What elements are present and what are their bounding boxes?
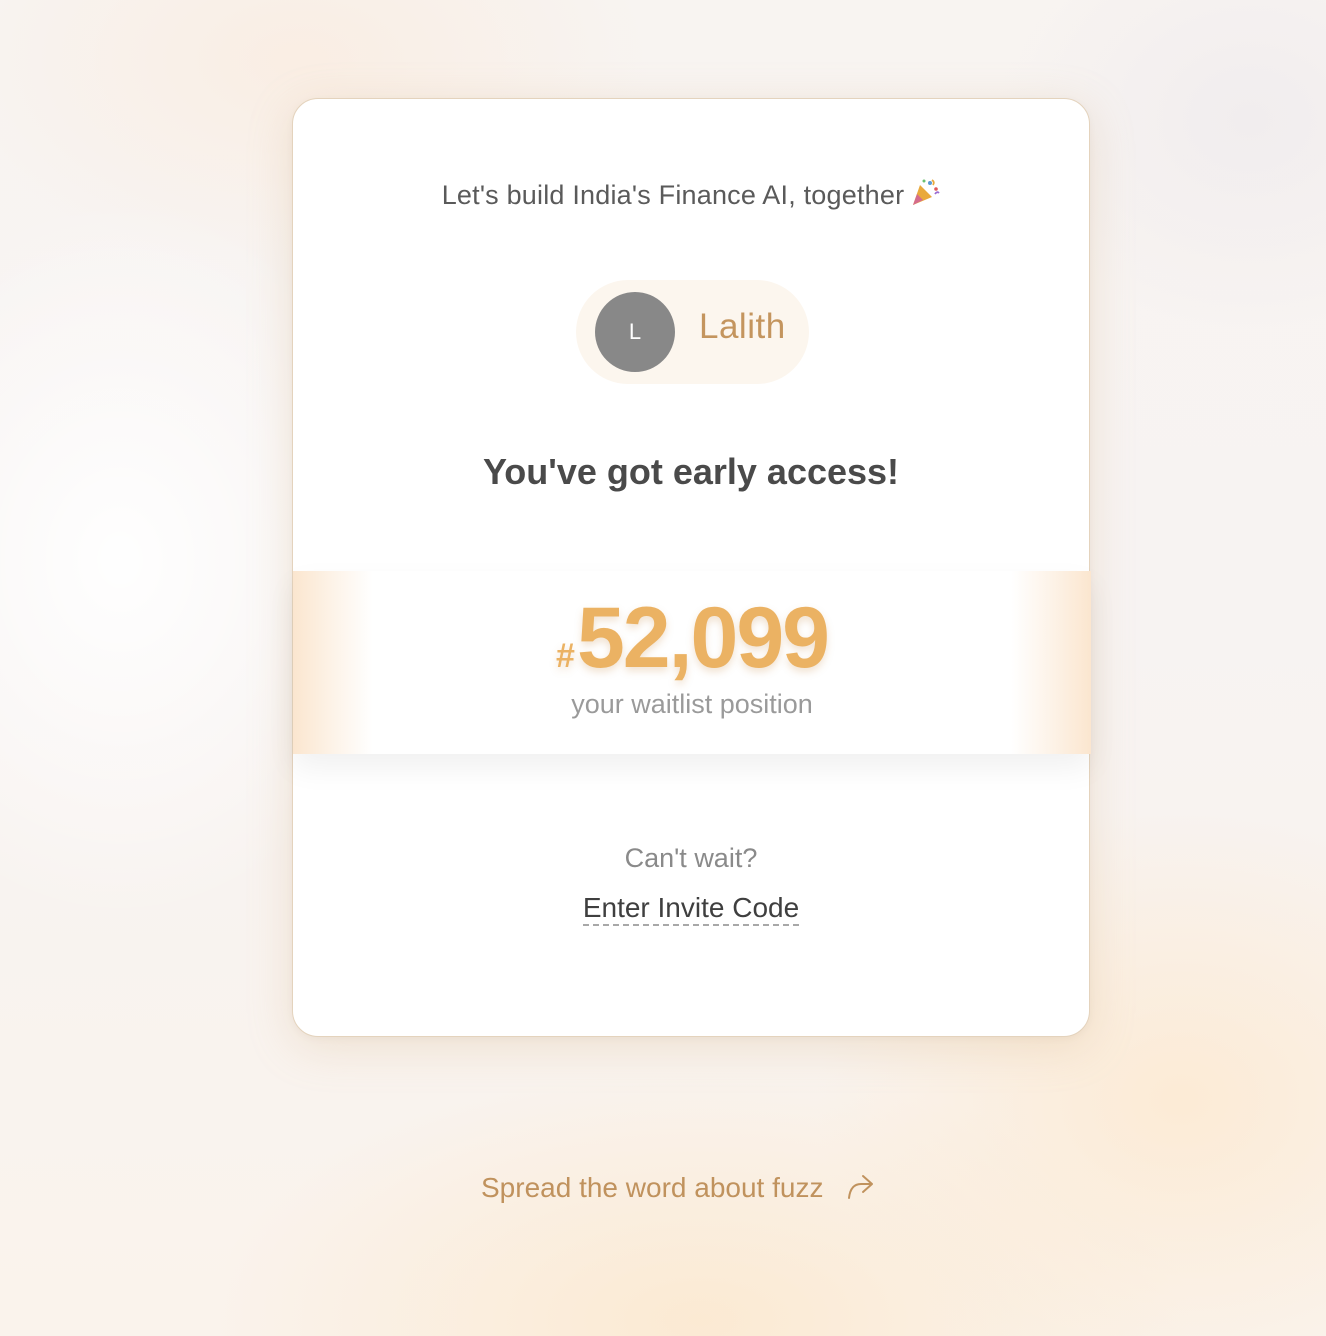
user-name: Lalith — [699, 307, 786, 346]
spread-the-word-link[interactable]: Spread the word about fuzz — [481, 1172, 875, 1212]
enter-invite-code-link[interactable]: Enter Invite Code — [582, 892, 800, 926]
headline: Let's build India's Finance AI, together — [293, 177, 1089, 214]
waitlist-card: Let's build India's Finance AI, together… — [292, 98, 1091, 1037]
party-popper-icon — [910, 177, 940, 214]
avatar: L — [595, 292, 675, 372]
waitlist-rank: #52,099 — [293, 589, 1091, 688]
rank-number: 52,099 — [576, 590, 830, 686]
user-pill: L Lalith — [576, 280, 809, 384]
waitlist-position-band: #52,099 your waitlist position — [293, 571, 1091, 754]
rank-caption: your waitlist position — [571, 689, 813, 719]
rank-hash: # — [556, 637, 575, 675]
invite-link-wrap: Enter Invite Code — [293, 892, 1089, 926]
early-access-title: You've got early access! — [482, 451, 900, 492]
headline-text: Let's build India's Finance AI, together — [441, 180, 905, 210]
spread-the-word-label: Spread the word about fuzz — [481, 1172, 824, 1203]
cant-wait-text: Can't wait? — [624, 843, 758, 873]
share-arrow-icon — [845, 1173, 875, 1208]
